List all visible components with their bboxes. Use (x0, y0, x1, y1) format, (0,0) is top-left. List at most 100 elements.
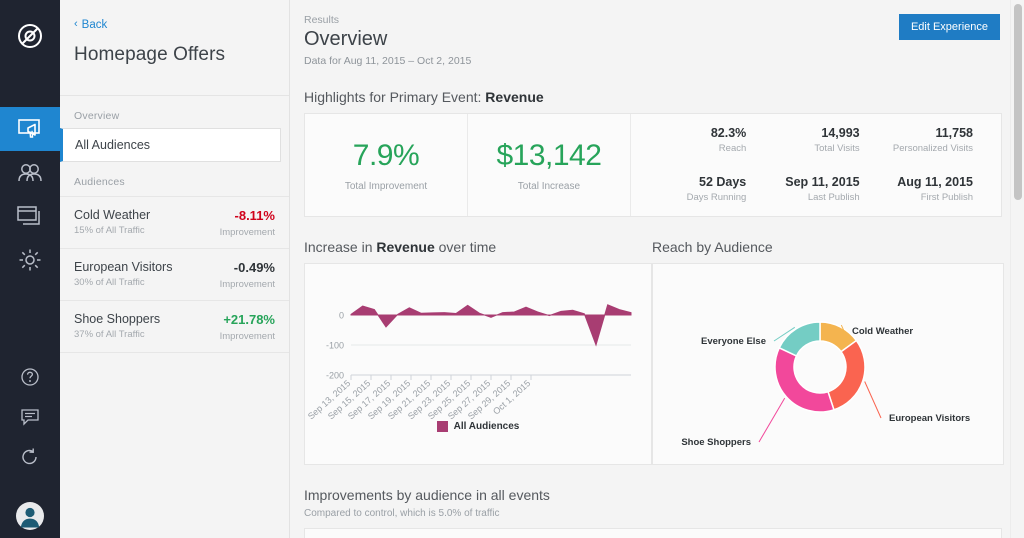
stat-value: 82.3% (639, 126, 746, 140)
donut-slice[interactable] (779, 322, 820, 356)
audience-name: Cold Weather (74, 208, 150, 222)
legend-label-all-audiences: All Audiences (454, 421, 520, 432)
total-increase-cell: $13,142 Total Increase (468, 114, 631, 216)
app-root: ‹ Back Homepage Offers Overview All Audi… (0, 0, 1024, 538)
stat-reach: 82.3% Reach (639, 126, 752, 165)
stat-value: 14,993 (752, 126, 859, 140)
pages-icon (17, 206, 43, 226)
sidebar-item-audiences[interactable] (0, 151, 60, 195)
line-chart-title-event: Revenue (376, 239, 434, 255)
stat-days-running: 52 Days Days Running (639, 165, 752, 204)
offers-sidebar: ‹ Back Homepage Offers Overview All Audi… (60, 0, 290, 538)
line-chart-title-suffix: over time (435, 239, 496, 255)
primary-nav-rail (0, 0, 60, 538)
back-link[interactable]: ‹ Back (74, 19, 107, 31)
gear-icon (18, 248, 42, 272)
edit-experience-button[interactable]: Edit Experience (899, 14, 1000, 40)
feedback-icon (20, 407, 40, 427)
audiences-section-label: Audiences (60, 162, 289, 194)
highlights-card: 7.9% Total Improvement $13,142 Total Inc… (304, 113, 1002, 217)
stat-last-publish: Sep 11, 2015 Last Publish (752, 165, 865, 204)
audience-improvement-label: Improvement (220, 331, 275, 342)
stat-label: Reach (639, 143, 746, 154)
reach-by-audience-section: Reach by Audience Cold Weather European V… (652, 239, 1004, 465)
svg-text:0: 0 (339, 311, 344, 321)
help-button[interactable] (0, 357, 60, 397)
vertical-scrollbar[interactable] (1010, 0, 1024, 538)
line-chart-title: Increase in Revenue over time (304, 239, 652, 255)
chart-legend: All Audiences (305, 421, 651, 432)
refresh-button[interactable] (0, 437, 60, 477)
highlights-stats-grid: 82.3% Reach 14,993 Total Visits 11,758 P… (631, 114, 1001, 216)
stat-personalized-visits: 11,758 Personalized Visits (866, 126, 979, 165)
donut-chart-card: Cold Weather European Visitors Shoe Shoppe… (652, 263, 1004, 465)
audience-traffic: 37% of All Traffic (74, 329, 160, 340)
improvements-table-card (304, 528, 1002, 538)
audience-improvement-label: Improvement (220, 279, 275, 290)
donut-slice-label: Shoe Shoppers (681, 437, 751, 448)
brand-logo[interactable] (0, 14, 60, 58)
audience-name: Shoe Shoppers (74, 312, 160, 326)
list-item[interactable]: European Visitors 30% of All Traffic -0.… (60, 248, 289, 300)
audience-traffic: 30% of All Traffic (74, 277, 172, 288)
stat-label: Last Publish (752, 192, 859, 203)
stat-value: 52 Days (639, 175, 746, 189)
stat-label: First Publish (866, 192, 973, 203)
sidebar-item-label: All Audiences (75, 138, 150, 152)
list-item[interactable]: Shoe Shoppers 37% of All Traffic +21.78%… (60, 300, 289, 353)
list-item[interactable]: Cold Weather 15% of All Traffic -8.11% I… (60, 196, 289, 248)
revenue-area-chart[interactable]: 0-100-200Sep 13, 2015Sep 15, 2015Sep 17,… (305, 264, 651, 464)
stat-value: Sep 11, 2015 (752, 175, 859, 189)
sidebar-item-all-audiences[interactable]: All Audiences (60, 128, 281, 162)
avatar[interactable] (0, 494, 60, 538)
stat-label: Total Visits (752, 143, 859, 154)
sidebar-item-pages[interactable] (0, 195, 60, 239)
scrollbar-thumb[interactable] (1014, 4, 1022, 200)
audience-traffic: 15% of All Traffic (74, 225, 150, 236)
sidebar-header: ‹ Back Homepage Offers (60, 0, 289, 96)
improvements-title: Improvements by audience in all events (304, 487, 1002, 503)
line-chart-title-prefix: Increase in (304, 239, 376, 255)
feedback-button[interactable] (0, 397, 60, 437)
refresh-icon (20, 447, 40, 467)
revenue-over-time-section: Increase in Revenue over time 0-100-200S… (304, 239, 652, 465)
chevron-left-icon: ‹ (74, 19, 78, 30)
stat-label: Personalized Visits (866, 143, 973, 154)
main-content: Results Overview Data for Aug 11, 2015 –… (290, 0, 1024, 538)
overview-section-label: Overview (60, 96, 289, 128)
stat-label: Days Running (639, 192, 746, 203)
improvements-subtitle: Compared to control, which is 5.0% of tr… (304, 508, 1002, 519)
total-improvement-cell: 7.9% Total Improvement (305, 114, 468, 216)
audience-improvement-value: -0.49% (220, 260, 275, 275)
sidebar-item-settings[interactable] (0, 238, 60, 282)
campaigns-icon (18, 119, 42, 139)
donut-slice-label: Cold Weather (852, 326, 913, 337)
total-improvement-label: Total Improvement (345, 181, 427, 192)
back-label: Back (82, 19, 108, 31)
donut-chart-title: Reach by Audience (652, 239, 1004, 255)
total-increase-label: Total Increase (518, 181, 580, 192)
audience-improvement-label: Improvement (220, 227, 275, 238)
audience-improvement-value: -8.11% (220, 208, 275, 223)
donut-slice-label: European Visitors (889, 413, 970, 424)
donut-slice[interactable] (828, 341, 865, 410)
help-icon (20, 367, 40, 387)
page-title: Homepage Offers (74, 44, 275, 66)
date-range: Data for Aug 11, 2015 – Oct 2, 2015 (304, 55, 1002, 67)
charts-row: Increase in Revenue over time 0-100-200S… (304, 239, 1002, 465)
overview-title: Overview (304, 28, 1002, 51)
line-chart-card: 0-100-200Sep 13, 2015Sep 15, 2015Sep 17,… (304, 263, 652, 465)
audiences-icon (17, 162, 43, 184)
legend-swatch-all-audiences (437, 421, 448, 432)
improvements-section: Improvements by audience in all events C… (304, 487, 1002, 538)
audience-improvement-value: +21.78% (220, 312, 275, 327)
svg-text:-100: -100 (326, 341, 344, 351)
sidebar-item-campaigns[interactable] (0, 107, 60, 151)
audience-name: European Visitors (74, 260, 172, 274)
total-increase-value: $13,142 (496, 139, 601, 173)
stat-total-visits: 14,993 Total Visits (752, 126, 865, 165)
stat-value: Aug 11, 2015 (866, 175, 973, 189)
highlights-heading-prefix: Highlights for Primary Event: (304, 89, 485, 105)
donut-slice[interactable] (775, 348, 834, 412)
reach-donut-chart[interactable]: Cold Weather European Visitors Shoe Shoppe… (653, 264, 1003, 464)
